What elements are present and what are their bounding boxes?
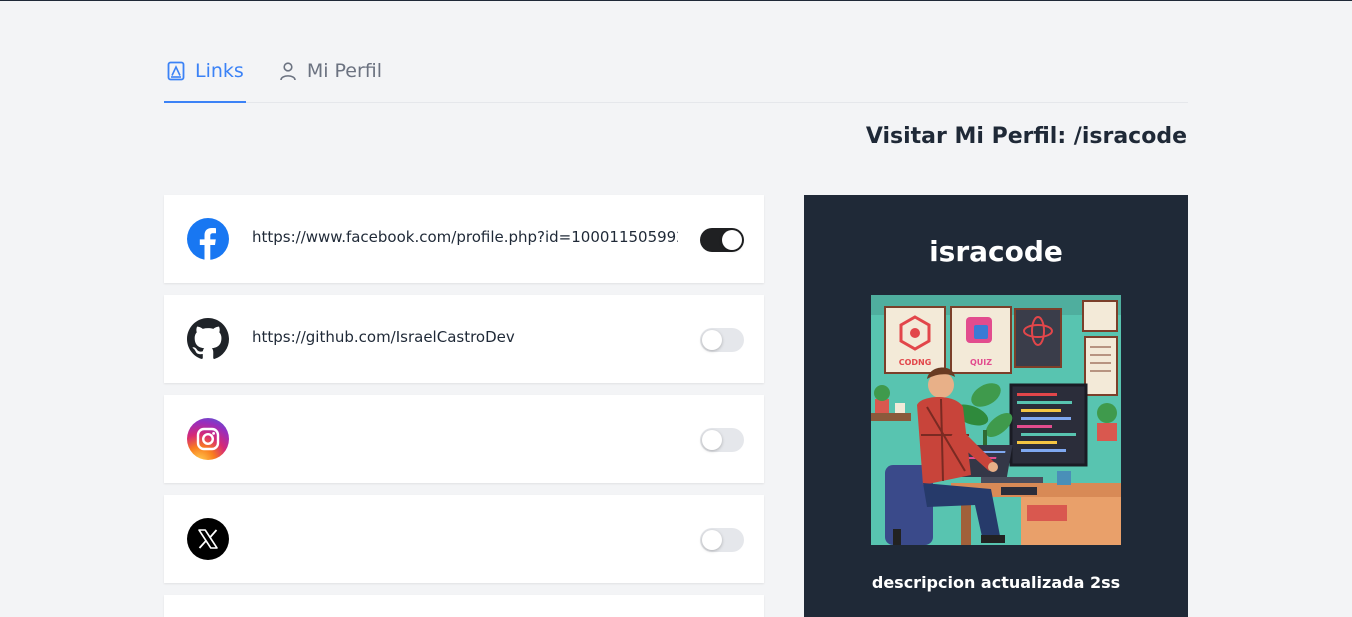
toggle-facebook[interactable] (700, 228, 744, 252)
toggle-x[interactable] (700, 528, 744, 552)
link-card-partial (164, 595, 764, 617)
toggle-knob (702, 530, 722, 550)
github-icon (187, 318, 229, 360)
avatar: CODNG QUIZ (871, 295, 1121, 545)
link-card-x (164, 495, 764, 583)
facebook-icon (187, 218, 229, 260)
toggle-instagram[interactable] (700, 428, 744, 452)
avatar-illustration: CODNG QUIZ (871, 295, 1121, 545)
poster-text: QUIZ (970, 358, 992, 367)
preview-name: isracode (929, 235, 1063, 268)
toggle-knob (702, 330, 722, 350)
tab-mi-perfil-label: Mi Perfil (306, 59, 383, 82)
profile-preview: isracode CODNG QUIZ descripcion actualiz… (804, 195, 1188, 617)
poster-text: CODNG (899, 358, 932, 367)
tab-mi-perfil[interactable]: Mi Perfil (276, 50, 384, 101)
link-url-github[interactable]: https://github.com/IsraelCastroDev (252, 328, 678, 346)
link-card-facebook: https://www.facebook.com/profile.php?id=… (164, 195, 764, 283)
top-border (0, 0, 1352, 1)
x-icon (187, 518, 229, 560)
toggle-knob (722, 230, 742, 250)
book-icon (166, 61, 186, 81)
link-card-github: https://github.com/IsraelCastroDev (164, 295, 764, 383)
user-icon (278, 61, 298, 81)
tab-bar: Links Mi Perfil (164, 50, 1188, 103)
preview-description: descripcion actualizada 2ss (871, 573, 1121, 592)
visit-profile-link[interactable]: Visitar Mi Perfil: /isracode (866, 124, 1187, 149)
toggle-knob (702, 430, 722, 450)
toggle-github[interactable] (700, 328, 744, 352)
instagram-icon (187, 418, 229, 460)
link-card-instagram (164, 395, 764, 483)
link-url-facebook[interactable]: https://www.facebook.com/profile.php?id=… (252, 228, 678, 246)
tab-links-label: Links (195, 59, 244, 82)
tab-links[interactable]: Links (164, 50, 246, 103)
